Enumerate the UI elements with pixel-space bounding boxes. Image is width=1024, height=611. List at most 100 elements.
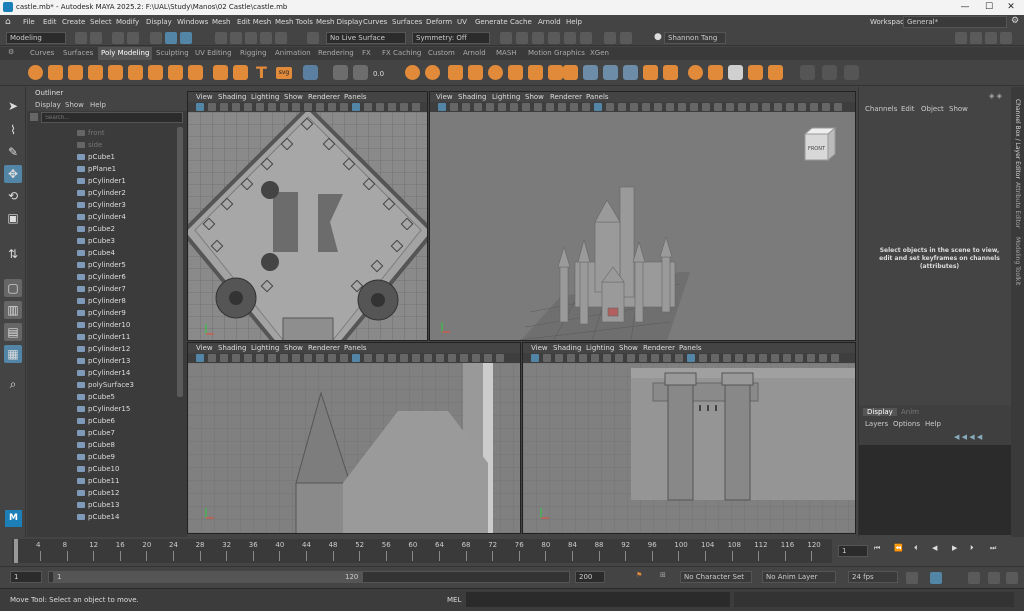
layer-menu-options[interactable]: Options	[893, 420, 920, 428]
viewport-tool-icon[interactable]	[738, 103, 746, 111]
single-view-icon[interactable]: ▢	[4, 279, 22, 297]
ipr-render-icon[interactable]	[532, 32, 544, 44]
outliner-item[interactable]: pCylinder13	[27, 355, 177, 367]
outliner-menu-show[interactable]: Show	[65, 101, 84, 109]
grab-icon[interactable]	[844, 65, 859, 80]
poly-plane-icon[interactable]	[128, 65, 143, 80]
shelf-tab-mash[interactable]: MASH	[496, 49, 517, 57]
viewport-tool-icon[interactable]	[484, 354, 492, 362]
command-line-input[interactable]	[466, 592, 730, 607]
shelf-tab-xgen[interactable]: XGen	[590, 49, 609, 57]
viewport-tool-icon[interactable]	[244, 354, 252, 362]
menu-cache[interactable]: Cache	[510, 18, 532, 26]
poly-disc-icon[interactable]	[148, 65, 163, 80]
vp-front-menu-show[interactable]: Show	[619, 344, 638, 352]
shelf-tab-fx[interactable]: FX	[362, 49, 371, 57]
auto-key-icon[interactable]: ⚑	[636, 571, 642, 579]
arnold-render-icon[interactable]	[580, 32, 592, 44]
outliner-item[interactable]: pCylinder6	[27, 271, 177, 283]
layer-menu-help[interactable]: Help	[925, 420, 941, 428]
viewport-tool-icon[interactable]	[723, 354, 731, 362]
outliner-item[interactable]: pCylinder3	[27, 199, 177, 211]
side-tab-attribute-editor[interactable]: Attribute Editor	[1014, 182, 1021, 228]
shelf-tab-curves[interactable]: Curves	[30, 49, 54, 57]
viewport-tool-icon[interactable]	[783, 354, 791, 362]
viewport-tool-icon[interactable]	[196, 354, 204, 362]
type-text-icon[interactable]: T	[256, 63, 267, 82]
viewport-tool-icon[interactable]	[834, 103, 842, 111]
menu-file[interactable]: File	[23, 18, 35, 26]
viewport-tool-icon[interactable]	[304, 103, 312, 111]
play-forward-icon[interactable]: ▶	[952, 544, 957, 552]
viewport-tool-icon[interactable]	[316, 354, 324, 362]
user-account-icon[interactable]: ●	[654, 32, 664, 44]
viewport-tool-icon[interactable]	[675, 354, 683, 362]
vp-top-menu-view[interactable]: View	[196, 93, 213, 101]
channel-menu-object[interactable]: Object	[921, 105, 944, 113]
toggle-modeling-toolkit-icon[interactable]	[970, 32, 982, 44]
menu-help[interactable]: Help	[566, 18, 582, 26]
shelf-tab-animation[interactable]: Animation	[275, 49, 311, 57]
vp-persp-menu-view[interactable]: View	[436, 93, 453, 101]
poly-cone-icon[interactable]	[88, 65, 103, 80]
menu-mesh[interactable]: Mesh	[212, 18, 230, 26]
viewport-tool-icon[interactable]	[232, 354, 240, 362]
step-back-key-icon[interactable]: ⏪	[894, 544, 903, 552]
menu-arnold[interactable]: Arnold	[538, 18, 561, 26]
lasso-tool-icon[interactable]: ⌇	[4, 121, 22, 139]
shelf-tab-custom[interactable]: Custom	[428, 49, 455, 57]
viewport-tool-icon[interactable]	[352, 354, 360, 362]
shelf-tab-arnold[interactable]: Arnold	[463, 49, 486, 57]
render-icon[interactable]	[500, 32, 512, 44]
viewport-tool-icon[interactable]	[268, 354, 276, 362]
viewport-tool-icon[interactable]	[531, 354, 539, 362]
vp-front-menu-lighting[interactable]: Lighting	[586, 344, 614, 352]
viewport-tool-icon[interactable]	[726, 103, 734, 111]
viewport-tool-icon[interactable]	[786, 103, 794, 111]
outliner-item[interactable]: pCylinder5	[27, 259, 177, 271]
outliner-item[interactable]: pCube8	[27, 439, 177, 451]
magnet-icon[interactable]	[307, 32, 319, 44]
viewport-tool-icon[interactable]	[280, 103, 288, 111]
insert-edge-loop-icon[interactable]	[603, 65, 618, 80]
outliner-item[interactable]: pCube10	[27, 463, 177, 475]
layer-menu-layers[interactable]: Layers	[865, 420, 888, 428]
outliner-item[interactable]: pCube12	[27, 487, 177, 499]
circularize-icon[interactable]	[688, 65, 703, 80]
poly-sphere-icon[interactable]	[28, 65, 43, 80]
vp-top-menu-panels[interactable]: Panels	[344, 93, 367, 101]
gear-icon[interactable]: ⚙	[1011, 16, 1019, 26]
viewport-tool-icon[interactable]	[747, 354, 755, 362]
outliner-scrollbar[interactable]	[177, 127, 183, 397]
viewport-tool-icon[interactable]	[244, 103, 252, 111]
four-view-icon[interactable]: ▥	[4, 301, 22, 319]
outliner-item[interactable]: pCylinder12	[27, 343, 177, 355]
viewport-tool-icon[interactable]	[795, 354, 803, 362]
viewport-tool-icon[interactable]	[606, 103, 614, 111]
shelf-tab-poly-modeling[interactable]: Poly Modeling	[98, 47, 153, 60]
viewport-tool-icon[interactable]	[819, 354, 827, 362]
outliner-item[interactable]: pCube5	[27, 391, 177, 403]
snap-curve-icon[interactable]	[230, 32, 242, 44]
time-settings-icon[interactable]	[1006, 572, 1018, 584]
vp-front-menu-shading[interactable]: Shading	[553, 344, 581, 352]
viewport-tool-icon[interactable]	[594, 103, 602, 111]
search-icon[interactable]: ⌕	[4, 375, 22, 393]
vp-persp-menu-panels[interactable]: Panels	[586, 93, 609, 101]
append-icon[interactable]	[528, 65, 543, 80]
shelf-tab-uv-editing[interactable]: UV Editing	[195, 49, 232, 57]
menu-generate[interactable]: Generate	[475, 18, 508, 26]
render-settings-icon[interactable]	[548, 32, 560, 44]
layout-outliner-icon[interactable]: ▦	[4, 345, 22, 363]
outliner-menu-display[interactable]: Display	[35, 101, 61, 109]
menu-edit-mesh[interactable]: Edit Mesh	[237, 18, 271, 26]
select-tool-icon[interactable]: ➤	[4, 97, 22, 115]
viewport-tool-icon[interactable]	[687, 354, 695, 362]
outliner-item[interactable]: pCylinder10	[27, 319, 177, 331]
menu-windows[interactable]: Windows	[177, 18, 208, 26]
vp-side-menu-panels[interactable]: Panels	[344, 344, 367, 352]
workspace-select[interactable]: General*	[903, 16, 1007, 28]
viewport-top[interactable]: View Shading Lighting Show Renderer Pane…	[187, 91, 428, 341]
sweep-icon[interactable]	[233, 65, 248, 80]
viewport-tool-icon[interactable]	[762, 103, 770, 111]
